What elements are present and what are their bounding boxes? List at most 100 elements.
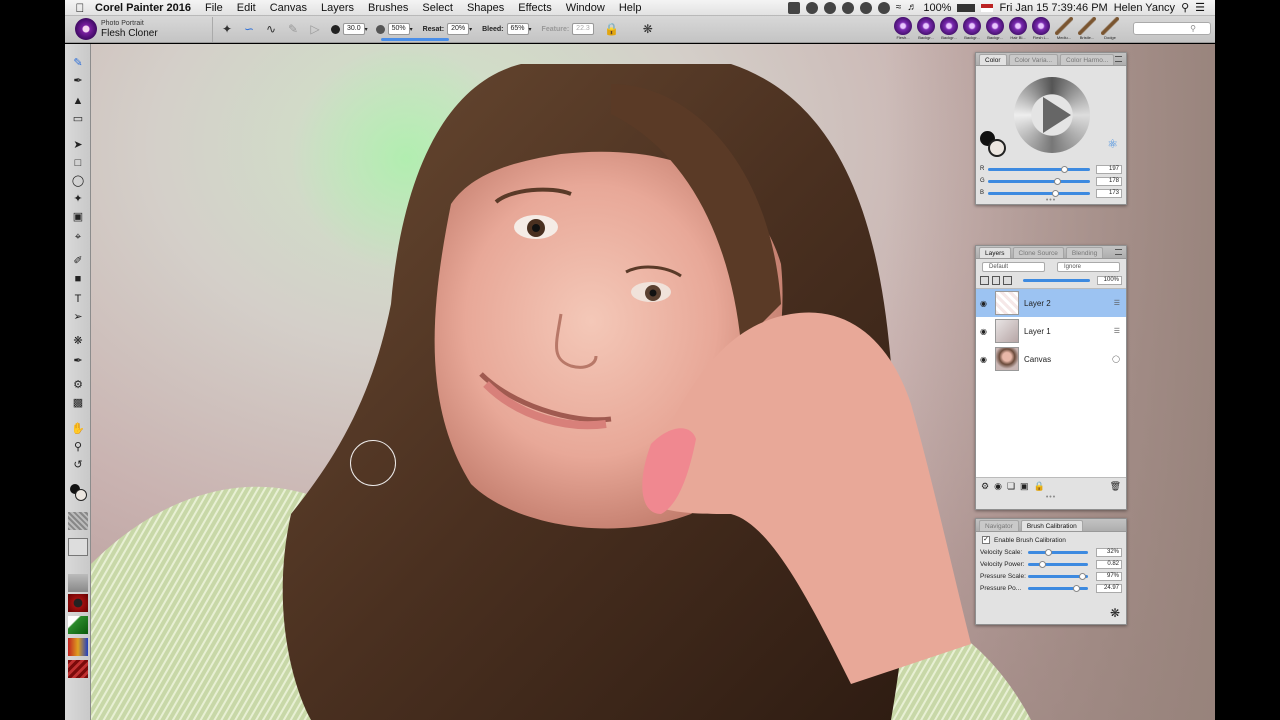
panel-menu-icon[interactable] (1115, 56, 1122, 62)
dock-brush[interactable]: Backgr... (916, 17, 936, 40)
size-field[interactable]: 30.0 (343, 23, 365, 35)
eye-icon[interactable]: ◉ (980, 299, 990, 308)
shape-select-icon[interactable]: ➢ (70, 310, 86, 325)
resat-dropdown-icon[interactable]: ▾ (469, 26, 472, 33)
velocity-power-slider[interactable] (1028, 560, 1088, 568)
dropper-tool-icon[interactable]: ✒ (70, 74, 86, 89)
saturation-triangle[interactable] (1043, 97, 1071, 133)
green-value[interactable]: 178 (1096, 176, 1122, 186)
status-alert-icon[interactable] (859, 1, 872, 14)
green-slider[interactable] (988, 177, 1090, 185)
clone-source-icon[interactable]: ✎ (285, 21, 301, 37)
pressure-power-value[interactable]: 24.97 (1096, 583, 1122, 593)
slider-knob[interactable] (1079, 572, 1086, 580)
red-value[interactable]: 197 (1096, 164, 1122, 174)
red-slider-knob[interactable] (1061, 165, 1068, 173)
panel-grip[interactable]: ••• (976, 197, 1126, 204)
user-name[interactable]: Helen Yancy (1114, 2, 1175, 14)
flag-icon[interactable] (981, 3, 994, 12)
enable-calibration-checkbox[interactable]: ✓ (982, 536, 990, 544)
color-wheel[interactable] (1014, 77, 1090, 153)
dock-brush[interactable]: Bristle... (1077, 17, 1097, 40)
delete-layer-icon[interactable]: 🗑 (1110, 481, 1121, 492)
layer-adjuster-icon[interactable]: ➤ (70, 138, 86, 153)
blue-slider-knob[interactable] (1052, 189, 1059, 197)
wifi-icon[interactable]: ≈ (896, 2, 902, 13)
eye-icon[interactable]: ◉ (980, 327, 990, 336)
resat-field[interactable]: 20% (447, 23, 470, 35)
battery-icon[interactable] (957, 3, 976, 12)
text-tool-icon[interactable]: T (70, 292, 86, 307)
menu-effects[interactable]: Effects (518, 2, 551, 14)
velocity-scale-value[interactable]: 32% (1096, 547, 1122, 557)
rubber-stamp-icon[interactable]: ▩ (70, 396, 86, 411)
panel-menu-icon[interactable] (1115, 249, 1122, 255)
weave-swatch[interactable] (68, 660, 88, 678)
eraser-tool-icon[interactable]: ▭ (70, 112, 86, 127)
tab-brush-calibration[interactable]: Brush Calibration (1020, 520, 1083, 531)
velocity-scale-slider[interactable] (1028, 548, 1088, 556)
layer-row-layer-2[interactable]: ◉ Layer 2 ☰ (976, 289, 1126, 317)
lock-layer-icon[interactable] (1003, 276, 1012, 285)
menu-select[interactable]: Select (422, 2, 453, 14)
pressure-scale-slider[interactable] (1028, 572, 1088, 580)
dock-brush[interactable]: Hair Bl... (1008, 17, 1028, 40)
red-slider[interactable] (988, 165, 1090, 173)
look-swatch[interactable] (68, 638, 88, 656)
lock-icon[interactable]: 🔒 (1034, 481, 1045, 492)
pen-tool-icon[interactable]: ✐ (70, 254, 86, 269)
dock-brush[interactable]: Mediu... (1054, 17, 1074, 40)
dock-brush[interactable]: Backgr... (985, 17, 1005, 40)
paper-swatch[interactable] (68, 512, 88, 530)
green-slider-knob[interactable] (1054, 177, 1061, 185)
tab-color-harmonies[interactable]: Color Harmo... (1060, 54, 1115, 65)
dock-brush[interactable]: Flesh... (893, 17, 913, 40)
slider-knob[interactable] (1073, 584, 1080, 592)
layer-row-canvas[interactable]: ◉ Canvas ◯ (976, 345, 1126, 373)
brush-tool-icon[interactable]: ✎ (70, 56, 86, 71)
opacity-dropdown-icon[interactable]: ▾ (410, 26, 413, 33)
stroke-freehand-icon[interactable]: ∽ (241, 21, 257, 37)
preserve-transparency-select[interactable]: Ignore (1057, 262, 1120, 272)
pattern-swatch[interactable] (68, 594, 88, 612)
status-search-app-icon[interactable] (877, 1, 890, 14)
tab-layers[interactable]: Layers (979, 247, 1011, 258)
velocity-power-value[interactable]: 0.82 (1096, 559, 1122, 569)
dock-brush[interactable]: Flesh L... (1031, 17, 1051, 40)
clone-color-icon[interactable]: ▷ (307, 21, 323, 37)
calibrate-brush-icon[interactable]: ❋ (1110, 606, 1120, 620)
reset-tool-icon[interactable]: ✦ (219, 21, 235, 37)
dock-brush[interactable]: Backgr... (939, 17, 959, 40)
rect-select-icon[interactable]: □ (70, 156, 86, 171)
magic-wand-icon[interactable]: ✦ (70, 192, 86, 207)
dock-brush[interactable]: Dodge (1100, 17, 1120, 40)
battery-percent[interactable]: 100% (923, 2, 951, 14)
paint-bucket-icon[interactable]: ▲ (70, 94, 86, 109)
size-dropdown-icon[interactable]: ▾ (365, 26, 368, 33)
lock-icon[interactable]: 🔒 (604, 21, 620, 37)
tab-color-variability[interactable]: Color Varia... (1008, 54, 1058, 65)
app-name-menu[interactable]: Corel Painter 2016 (95, 2, 191, 14)
blue-value[interactable]: 173 (1096, 188, 1122, 198)
dock-brush[interactable]: Backgr... (962, 17, 982, 40)
tab-blending[interactable]: Blending (1065, 247, 1104, 258)
transform-icon[interactable]: ▣ (70, 210, 86, 225)
tab-clone-source[interactable]: Clone Source (1012, 247, 1064, 258)
menu-canvas[interactable]: Canvas (270, 2, 307, 14)
preserve-transparency-icon[interactable] (980, 276, 989, 285)
search-input[interactable]: ⚲ (1133, 22, 1211, 35)
menu-file[interactable]: File (205, 2, 223, 14)
opacity-slider[interactable] (1022, 279, 1091, 282)
bleed-field[interactable]: 65% (506, 23, 529, 35)
main-color-swatch[interactable] (68, 484, 88, 502)
crop-icon[interactable]: ⌖ (70, 230, 86, 245)
cloner-tool-icon[interactable]: ⚙ (70, 378, 86, 393)
grabber-hand-icon[interactable]: ✋ (70, 422, 86, 437)
feature-field[interactable]: 22.3 (572, 23, 594, 35)
brush-selector[interactable]: Photo Portrait Flesh Cloner (65, 16, 213, 42)
divine-proportion-icon[interactable]: ❋ (70, 334, 86, 349)
tab-navigator[interactable]: Navigator (979, 520, 1019, 531)
clock[interactable]: Fri Jan 15 7:39:46 PM (999, 2, 1107, 14)
size-slider[interactable] (381, 38, 449, 41)
status-record-icon[interactable] (805, 1, 818, 14)
